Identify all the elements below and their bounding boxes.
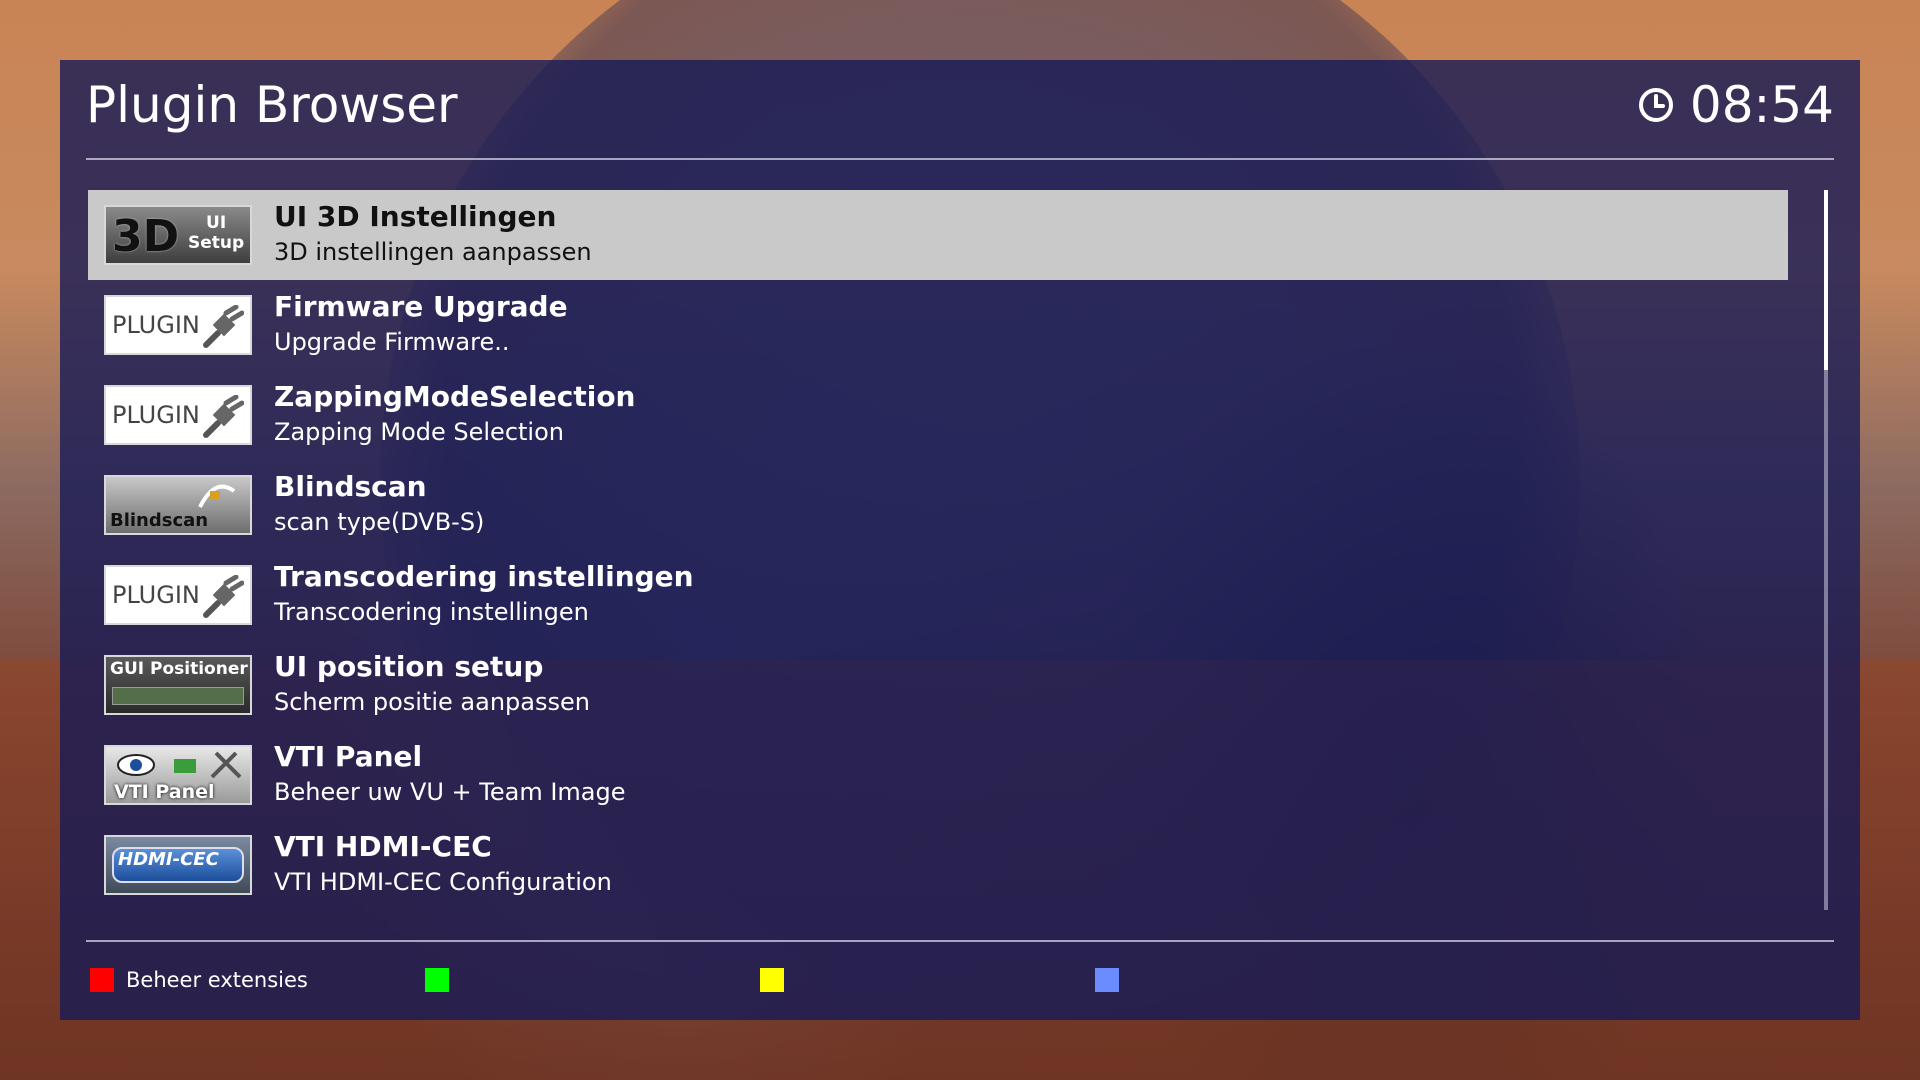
plugin-item[interactable]: PLUGIN Transcodering instellingen Transc…	[88, 550, 1788, 640]
plugin-name: Firmware Upgrade	[274, 290, 568, 323]
plugin-list[interactable]: 3D UI Setup UI 3D Instellingen 3D instell…	[88, 190, 1788, 910]
plugin-icon-label: PLUGIN	[112, 311, 200, 339]
icon-setup-label: Setup	[188, 233, 245, 253]
plugin-icon: PLUGIN	[104, 295, 252, 355]
list-scrollbar[interactable]	[1824, 190, 1828, 910]
plugin-browser-window: Plugin Browser 08:54 3D UI Setup UI 3D In…	[60, 60, 1860, 1020]
vti-panel-icon-label: VTI Panel	[114, 781, 215, 803]
plugin-name: ZappingModeSelection	[274, 380, 636, 413]
gui-positioner-icon: GUI Positioner	[104, 655, 252, 715]
plugin-item[interactable]: Blindscan Blindscan scan type(DVB-S)	[88, 460, 1788, 550]
scrollbar-thumb[interactable]	[1824, 190, 1828, 370]
clock-time: 08:54	[1689, 76, 1834, 134]
plugin-name: UI 3D Instellingen	[274, 200, 557, 233]
color-key-bar: Beheer extensies	[90, 968, 1850, 1004]
plugin-item[interactable]: 3D UI Setup UI 3D Instellingen 3D instell…	[88, 190, 1788, 280]
plugin-item[interactable]: VTI Panel VTI Panel Beheer uw VU + Team …	[88, 730, 1788, 820]
gui-positioner-bar	[112, 687, 244, 705]
plugin-name: VTI Panel	[274, 740, 423, 773]
vti-eye-tools-icon	[117, 751, 242, 779]
red-key[interactable]: Beheer extensies	[90, 968, 308, 992]
plug-icon	[203, 395, 244, 438]
header: Plugin Browser 08:54	[60, 60, 1860, 158]
clock: 08:54	[1636, 76, 1834, 134]
plugin-name: UI position setup	[274, 650, 544, 683]
plugin-description: Zapping Mode Selection	[274, 418, 564, 446]
plugin-item[interactable]: PLUGIN Firmware Upgrade Upgrade Firmware…	[88, 280, 1788, 370]
plugin-description: Scherm positie aanpassen	[274, 688, 590, 716]
3d-ui-setup-icon: 3D UI Setup	[104, 205, 252, 265]
plugin-icon: PLUGIN	[104, 565, 252, 625]
plugin-name: Blindscan	[274, 470, 427, 503]
green-key-square	[425, 968, 449, 992]
green-key[interactable]	[425, 968, 461, 992]
plugin-description: Transcodering instellingen	[274, 598, 589, 626]
hdmi-cec-icon: HDMI-CEC	[104, 835, 252, 895]
icon-3d-label: 3D	[112, 211, 180, 262]
footer-divider	[86, 940, 1834, 942]
vti-panel-icon: VTI Panel	[104, 745, 252, 805]
clock-icon	[1638, 88, 1673, 122]
plugin-description: Beheer uw VU + Team Image	[274, 778, 626, 806]
plugin-icon: PLUGIN	[104, 385, 252, 445]
plugin-description: scan type(DVB-S)	[274, 508, 485, 536]
icon-ui-setup-label: UI Setup	[188, 213, 244, 253]
plugin-name: VTI HDMI-CEC	[274, 830, 492, 863]
plugin-icon-label: PLUGIN	[112, 581, 200, 609]
icon-ui-label: UI	[206, 213, 227, 233]
blindscan-icon: Blindscan	[104, 475, 252, 535]
red-key-label: Beheer extensies	[126, 968, 308, 992]
plugin-icon-label: PLUGIN	[112, 401, 200, 429]
plugin-item[interactable]: GUI Positioner UI position setup Scherm …	[88, 640, 1788, 730]
gui-positioner-icon-label: GUI Positioner	[110, 659, 248, 679]
blindscan-icon-label: Blindscan	[110, 510, 209, 531]
plug-icon	[203, 575, 244, 618]
header-divider	[86, 158, 1834, 160]
plugin-item[interactable]: PLUGIN ZappingModeSelection Zapping Mode…	[88, 370, 1788, 460]
blue-key[interactable]	[1095, 968, 1131, 992]
plugin-description: Upgrade Firmware..	[274, 328, 510, 356]
satellite-icon	[198, 484, 236, 508]
plugin-item[interactable]: HDMI-CEC VTI HDMI-CEC VTI HDMI-CEC Confi…	[88, 820, 1788, 910]
plugin-name: Transcodering instellingen	[274, 560, 694, 593]
blue-key-square	[1095, 968, 1119, 992]
red-key-square	[90, 968, 114, 992]
plug-icon	[203, 305, 244, 348]
plugin-description: 3D instellingen aanpassen	[274, 238, 592, 266]
hdmi-cec-icon-label: HDMI-CEC	[118, 849, 219, 870]
yellow-key-square	[760, 968, 784, 992]
window-title: Plugin Browser	[86, 76, 458, 134]
plugin-description: VTI HDMI-CEC Configuration	[274, 868, 612, 896]
yellow-key[interactable]	[760, 968, 796, 992]
